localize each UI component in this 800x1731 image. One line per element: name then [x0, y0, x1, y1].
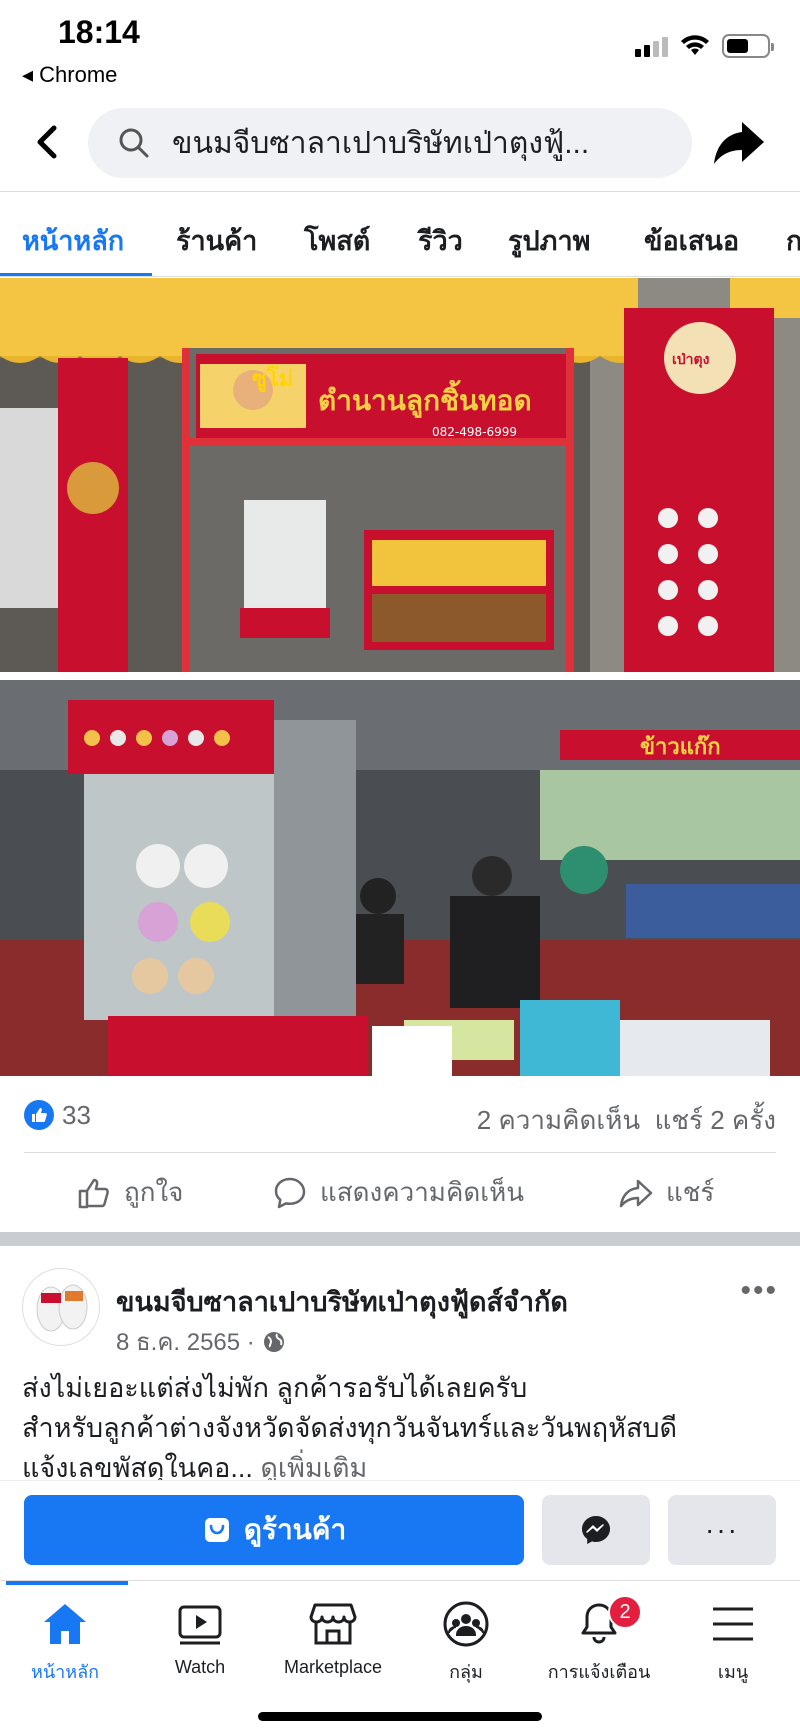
notification-badge: 2	[608, 1595, 642, 1629]
nav-menu[interactable]: เมนู	[668, 1601, 798, 1686]
comments-shares-count[interactable]: 2 ความคิดเห็น แชร์ 2 ครั้ง	[477, 1100, 776, 1141]
page-tabs: หน้าหลัก ร้านค้า โพสต์ รีวิว รูปภาพ ข้อเ…	[0, 193, 800, 277]
see-more-link[interactable]: ดูเพิ่มเติม	[260, 1453, 367, 1483]
share-arrow-icon[interactable]	[712, 118, 766, 168]
nav-groups-label: กลุ่ม	[449, 1662, 483, 1682]
home-icon	[44, 1604, 86, 1644]
divider	[24, 1152, 776, 1153]
tab-photos[interactable]: รูปภาพ	[508, 219, 590, 262]
tab-home[interactable]: หน้าหลัก	[22, 219, 124, 262]
share-button[interactable]: แชร์	[618, 1172, 714, 1213]
wifi-icon	[681, 35, 709, 55]
marketplace-icon	[309, 1603, 357, 1645]
signal-icon	[635, 35, 668, 57]
active-tab-indicator	[0, 273, 152, 276]
view-shop-label: ดูร้านค้า	[243, 1514, 347, 1545]
post-date-text: 8 ธ.ค. 2565 ·	[116, 1329, 255, 1356]
reactions-row: 33 2 ความคิดเห็น แชร์ 2 ครั้ง	[0, 1090, 800, 1144]
menu-icon	[713, 1607, 753, 1641]
stall-sign-text: ตำนานลูกชิ้นทอด	[318, 379, 532, 418]
like-button[interactable]: ถูกใจ	[76, 1172, 183, 1213]
status-bar: 18:14 ◂ Chrome	[0, 0, 800, 96]
post-options-button[interactable]: •••	[740, 1274, 778, 1308]
like-label: ถูกใจ	[124, 1177, 184, 1207]
tab-shop[interactable]: ร้านค้า	[176, 219, 257, 262]
nav-marketplace[interactable]: Marketplace	[268, 1601, 398, 1678]
tab-more[interactable]: ก	[786, 219, 800, 262]
comment-label: แสดงความคิดเห็น	[320, 1177, 525, 1207]
post-photo-1[interactable]: ตำนานลูกชิ้นทอด ซูโม่ 082-498-6999 เป่าต…	[0, 278, 800, 672]
nav-marketplace-label: Marketplace	[283, 1657, 383, 1677]
share-label: แชร์	[666, 1177, 715, 1207]
banner-brand-text: เป่าตุง	[672, 352, 710, 368]
messenger-icon	[582, 1516, 610, 1544]
post-line-2: สำหรับลูกค้าต่างจังหวัดจัดส่งทุกวันจันทร…	[22, 1413, 678, 1443]
nav-menu-label: เมนู	[717, 1662, 749, 1682]
globe-icon	[263, 1331, 284, 1352]
messenger-button[interactable]	[542, 1495, 650, 1565]
nav-notifications[interactable]: 2 การแจ้งเตือน	[534, 1595, 664, 1686]
post-date[interactable]: 8 ธ.ค. 2565 ·	[116, 1322, 285, 1361]
stall-phone-text: 082-498-6999	[432, 425, 517, 439]
back-arrow-icon[interactable]	[28, 120, 68, 164]
market-illustration: ข้าวแก๊ก	[0, 680, 800, 1076]
shop-bag-icon	[204, 1518, 229, 1542]
thumbs-up-icon	[78, 1178, 109, 1208]
like-reaction-icon	[24, 1100, 54, 1130]
page-name[interactable]: ขนมจีบซาลาเปาบริษัทเป่าตุงฟู้ดส์จำกัด	[116, 1280, 568, 1323]
status-icons	[635, 34, 774, 58]
search-query-text: ขนมจีบซาลาเปาบริษัทเป่าตุงฟู้...	[172, 126, 590, 160]
back-to-chrome-link[interactable]: ◂ Chrome	[22, 62, 117, 88]
more-options-button[interactable]: ···	[668, 1495, 776, 1565]
home-indicator[interactable]	[258, 1712, 542, 1721]
like-count[interactable]: 33	[62, 1100, 91, 1131]
tab-offers[interactable]: ข้อเสนอ	[644, 219, 739, 262]
watch-icon	[178, 1605, 222, 1645]
nav-home[interactable]: หน้าหลัก	[0, 1601, 130, 1686]
food-stall-illustration: ตำนานลูกชิ้นทอด ซูโม่ 082-498-6999 เป่าต…	[0, 278, 800, 672]
market-sign-text: ข้าวแก๊ก	[640, 734, 721, 760]
share-icon	[619, 1179, 653, 1207]
comment-icon	[274, 1177, 306, 1208]
post-body: ส่งไม่เยอะแต่ส่งไม่พัก ลูกค้ารอรับได้เลย…	[22, 1368, 782, 1486]
active-nav-indicator	[6, 1581, 128, 1585]
page-avatar[interactable]	[22, 1268, 100, 1346]
groups-icon	[443, 1601, 489, 1647]
bottom-navigation: หน้าหลัก Watch Marketplace กลุ่ม 2 การแจ…	[0, 1580, 800, 1731]
section-separator	[0, 1232, 800, 1246]
post-actions: ถูกใจ แสดงความคิดเห็น แชร์	[0, 1160, 800, 1226]
nav-notifications-label: การแจ้งเตือน	[547, 1662, 651, 1682]
comment-button[interactable]: แสดงความคิดเห็น	[272, 1172, 524, 1213]
status-time: 18:14	[58, 14, 140, 50]
nav-watch-label: Watch	[174, 1657, 226, 1677]
search-input[interactable]: ขนมจีบซาลาเปาบริษัทเป่าตุงฟู้...	[88, 108, 692, 178]
tab-reviews[interactable]: รีวิว	[418, 219, 463, 262]
nav-home-label: หน้าหลัก	[30, 1662, 100, 1682]
stall-brand-text: ซูโม่	[252, 365, 293, 393]
view-shop-button[interactable]: ดูร้านค้า	[24, 1495, 524, 1565]
page-cta-bar: ดูร้านค้า ···	[0, 1480, 800, 1580]
post-photo-2[interactable]: ข้าวแก๊ก	[0, 680, 800, 1076]
search-icon	[119, 128, 149, 158]
tab-posts[interactable]: โพสต์	[304, 219, 370, 262]
nav-groups[interactable]: กลุ่ม	[401, 1601, 531, 1686]
battery-icon	[722, 34, 774, 58]
nav-watch[interactable]: Watch	[135, 1601, 265, 1678]
page-header: ขนมจีบซาลาเปาบริษัทเป่าตุงฟู้...	[0, 100, 800, 192]
post-line-1: ส่งไม่เยอะแต่ส่งไม่พัก ลูกค้ารอรับได้เลย…	[22, 1373, 528, 1403]
post-line-3: แจ้งเลขพัสดุในคอ...	[22, 1453, 253, 1483]
